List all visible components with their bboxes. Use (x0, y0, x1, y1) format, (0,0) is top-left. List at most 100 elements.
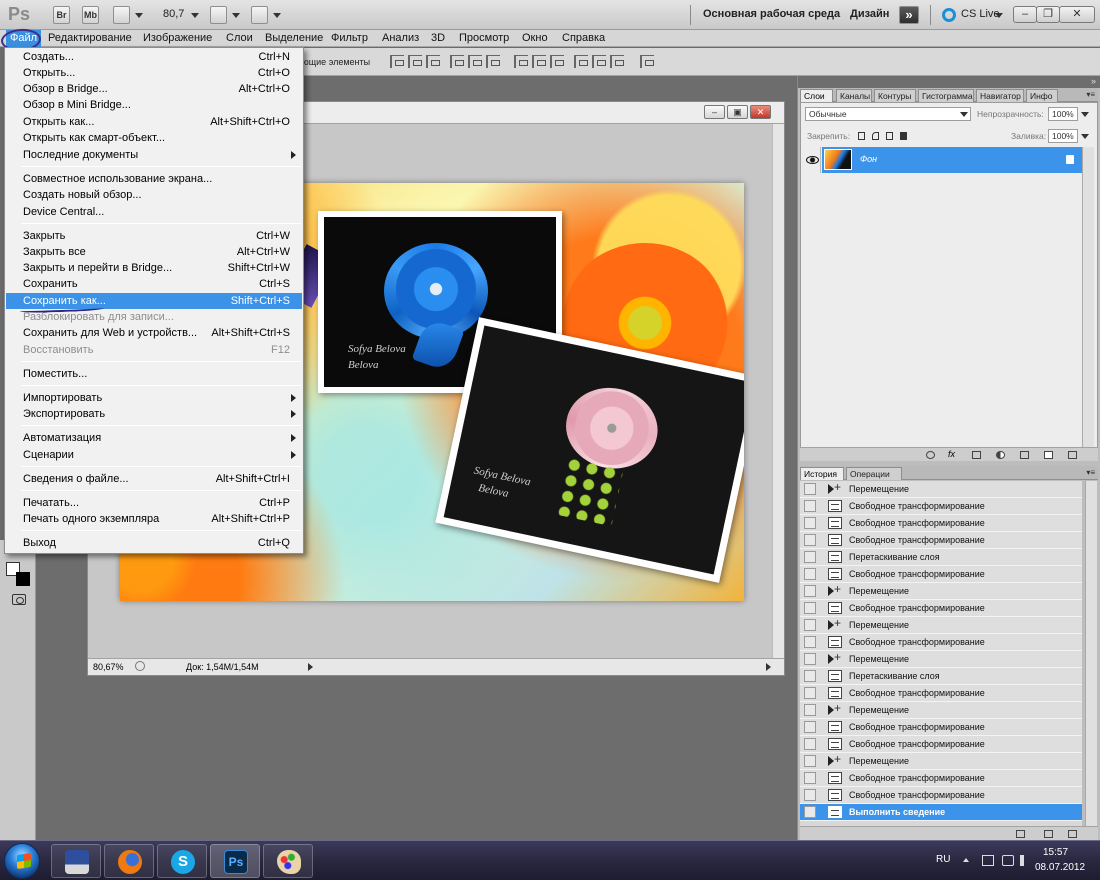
history-source-checkbox[interactable] (804, 704, 816, 716)
lock-pixels-icon[interactable] (872, 132, 879, 140)
history-item[interactable]: Перемещение (800, 480, 1082, 498)
history-item[interactable]: Свободное трансформирование (800, 515, 1082, 532)
menu-item-open-as[interactable]: Открыть как... Alt+Shift+Ctrl+O (6, 114, 302, 130)
history-item[interactable]: Свободное трансформирование (800, 787, 1082, 804)
workspace-design-button[interactable]: Дизайн (850, 8, 889, 20)
history-item[interactable]: Свободное трансформирование (800, 600, 1082, 617)
menu-item-exit[interactable]: Выход Ctrl+Q (6, 535, 302, 551)
menu-item-save-for-web[interactable]: Сохранить для Web и устройств... Alt+Shif… (6, 325, 302, 341)
new-layer-icon[interactable] (1044, 451, 1053, 459)
menu-item-print-one-copy[interactable]: Печать одного экземпляра Alt+Shift+Ctrl+P (6, 511, 302, 527)
layer-visibility-eye-icon[interactable] (803, 147, 821, 173)
status-info-icon[interactable] (135, 661, 145, 671)
menu-item-new-review[interactable]: Создать новый обзор... (6, 187, 302, 203)
lock-all-icon[interactable] (900, 132, 907, 140)
hscroll-right-arrow-icon[interactable] (766, 663, 771, 671)
menu-item-new[interactable]: Создать... Ctrl+N (6, 49, 302, 65)
volume-icon[interactable] (1020, 855, 1032, 866)
view-extras-button[interactable] (113, 6, 130, 24)
start-button[interactable] (4, 843, 40, 879)
history-source-checkbox[interactable] (804, 602, 816, 614)
menu-item-close[interactable]: Закрыть Ctrl+W (6, 228, 302, 244)
history-source-checkbox[interactable] (804, 636, 816, 648)
tab-channels[interactable]: Каналы (836, 89, 872, 102)
history-source-checkbox[interactable] (804, 806, 816, 818)
menu-item-place[interactable]: Поместить... (6, 366, 302, 382)
opacity-field[interactable]: 100% (1048, 107, 1078, 121)
menu-item-automate[interactable]: Автоматизация (6, 430, 302, 446)
adjustment-layer-icon[interactable] (996, 451, 1005, 459)
history-source-checkbox[interactable] (804, 534, 816, 546)
show-hidden-icons-icon[interactable] (963, 858, 969, 862)
history-source-checkbox[interactable] (804, 721, 816, 733)
doc-restore-button[interactable]: ▣ (727, 105, 748, 119)
new-document-from-state-icon[interactable] (1016, 830, 1025, 838)
distribute-vcenter-icon[interactable] (532, 55, 546, 68)
tab-paths[interactable]: Контуры (874, 89, 916, 102)
arrange-documents-button[interactable] (210, 6, 227, 24)
align-hcenter-icon[interactable] (468, 55, 482, 68)
history-item[interactable]: Перетаскивание слоя (800, 549, 1082, 566)
link-layers-icon[interactable] (926, 451, 935, 459)
history-source-checkbox[interactable] (804, 789, 816, 801)
history-item[interactable]: Перемещение (800, 701, 1082, 719)
tab-navigator[interactable]: Навигатор (976, 89, 1024, 102)
lock-position-icon[interactable] (886, 132, 893, 140)
history-item[interactable]: Свободное трансформирование (800, 770, 1082, 787)
distribute-hcenter-icon[interactable] (592, 55, 606, 68)
layer-style-icon[interactable]: fx (948, 449, 955, 459)
menu-item-import[interactable]: Импортировать (6, 390, 302, 406)
taskbar-save-app[interactable] (51, 844, 101, 878)
cs-live-button[interactable]: CS Live (961, 8, 1000, 20)
align-bottom-icon[interactable] (426, 55, 440, 68)
history-source-checkbox[interactable] (804, 653, 816, 665)
tab-history[interactable]: История (800, 467, 844, 480)
clock-time[interactable]: 15:57 (1043, 847, 1068, 858)
distribute-left-icon[interactable] (574, 55, 588, 68)
menu-item-scripts[interactable]: Сценарии (6, 447, 302, 463)
zoom-level-field[interactable]: 80,7 (163, 8, 184, 20)
menu-image[interactable]: Изображение (143, 32, 212, 44)
delete-layer-icon[interactable] (1068, 451, 1077, 459)
action-center-icon[interactable] (982, 855, 994, 866)
history-source-checkbox[interactable] (804, 500, 816, 512)
history-source-checkbox[interactable] (804, 568, 816, 580)
workspace-essentials-button[interactable]: Основная рабочая среда (703, 8, 840, 20)
history-source-checkbox[interactable] (804, 755, 816, 767)
tab-info[interactable]: Инфо (1026, 89, 1058, 102)
menu-3d[interactable]: 3D (431, 32, 445, 44)
layer-row-background[interactable]: Фон (822, 147, 1083, 173)
history-item[interactable]: Свободное трансформирование (800, 566, 1082, 583)
history-item[interactable]: Свободное трансформирование (800, 685, 1082, 702)
distribute-right-icon[interactable] (610, 55, 624, 68)
tab-histogram[interactable]: Гистограмма (918, 89, 974, 102)
align-right-icon[interactable] (486, 55, 500, 68)
menu-filter[interactable]: Фильтр (331, 32, 368, 44)
delete-state-icon[interactable] (1068, 830, 1077, 838)
tab-layers[interactable]: Слои (800, 89, 833, 102)
menu-item-export[interactable]: Экспортировать (6, 406, 302, 422)
menu-item-print[interactable]: Печатать... Ctrl+P (6, 495, 302, 511)
cs-live-dropdown-icon[interactable] (995, 13, 1003, 18)
bridge-button[interactable]: Br (53, 6, 70, 24)
menu-item-device-central[interactable]: Device Central... (6, 204, 302, 220)
history-item[interactable]: Свободное трансформирование (800, 736, 1082, 753)
doc-close-button[interactable]: ✕ (750, 105, 771, 119)
close-button[interactable]: ✕ (1059, 6, 1095, 23)
status-zoom-field[interactable]: 80,67% (93, 662, 124, 672)
menu-item-share-screen[interactable]: Совместное использование экрана... (6, 171, 302, 187)
tab-actions[interactable]: Операции (846, 467, 902, 480)
clock-date[interactable]: 08.07.2012 (1035, 862, 1085, 873)
menu-layers[interactable]: Слои (226, 32, 253, 44)
history-item[interactable]: Перемещение (800, 650, 1082, 668)
blend-mode-dropdown-icon[interactable] (960, 112, 968, 117)
menu-analysis[interactable]: Анализ (382, 32, 419, 44)
menu-item-close-go-bridge[interactable]: Закрыть и перейти в Bridge... Shift+Ctrl+… (6, 260, 302, 276)
history-source-checkbox[interactable] (804, 670, 816, 682)
taskbar-paint[interactable] (263, 844, 313, 878)
screen-mode-button[interactable] (251, 6, 268, 24)
fill-field[interactable]: 100% (1048, 129, 1078, 143)
view-extras-dropdown-icon[interactable] (135, 13, 143, 18)
distribute-top-icon[interactable] (514, 55, 528, 68)
opacity-dropdown-icon[interactable] (1081, 112, 1089, 117)
